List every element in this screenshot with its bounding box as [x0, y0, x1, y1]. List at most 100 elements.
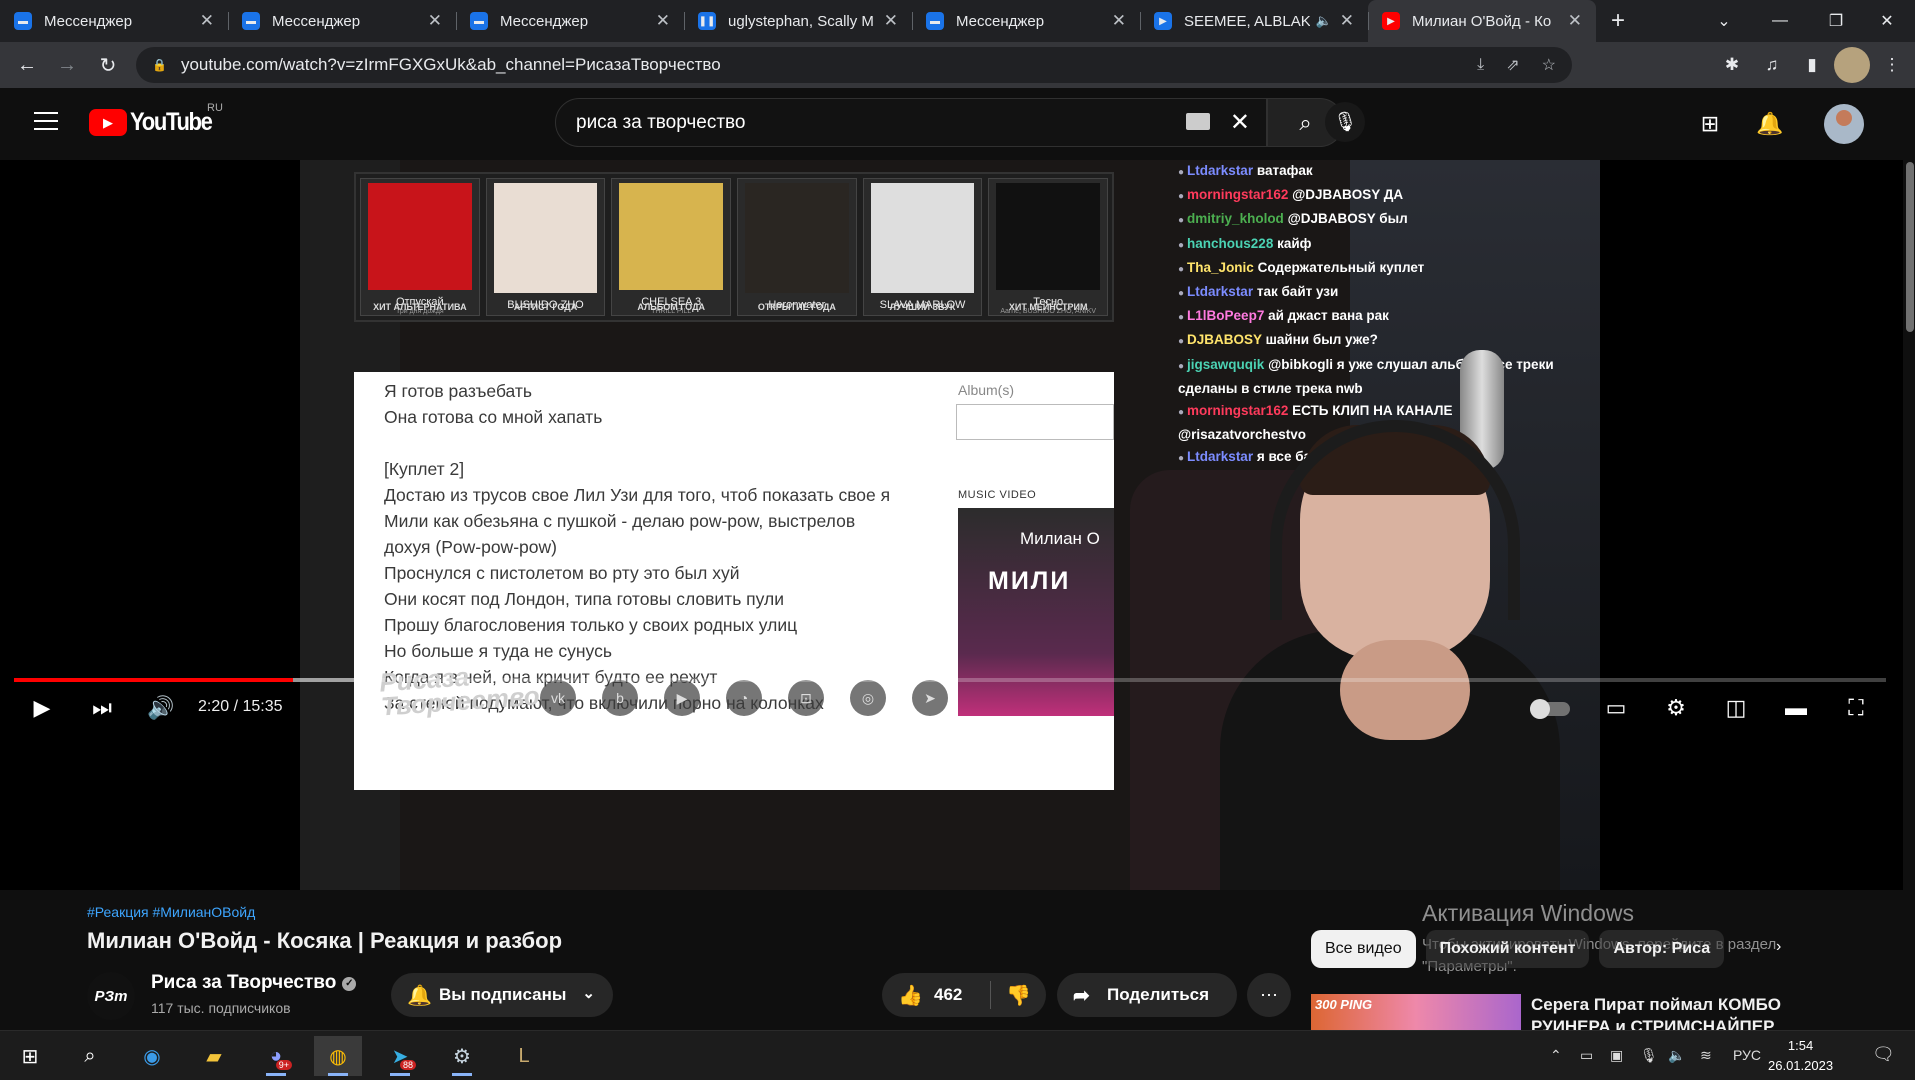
subtitles-icon[interactable]: ▭ — [1598, 690, 1634, 726]
awards-panel: Отпускай Три дня дождя ХИТ АЛЬТЕРНАТИВА BUS… — [354, 172, 1114, 322]
install-icon[interactable]: ⤓ — [1477, 56, 1484, 74]
pause-icon: ❚❚ — [698, 12, 716, 30]
audio-playing-icon[interactable]: 🔈 — [1316, 13, 1332, 29]
browser-tab[interactable]: ▬ Мессенджер ✕ — [228, 0, 456, 42]
chat-username: Ltdarkstar — [1187, 284, 1254, 300]
keyboard-icon[interactable] — [1186, 113, 1210, 130]
youtube-logo[interactable]: ▶ YouTube RU — [89, 102, 223, 137]
speaker-icon[interactable]: 🔈 — [1668, 1047, 1685, 1064]
back-button[interactable]: ← — [7, 47, 47, 83]
chat-text: так байт узи — [1256, 284, 1339, 300]
close-tab-icon[interactable]: ✕ — [428, 11, 442, 31]
menu-icon[interactable] — [34, 112, 58, 130]
share-button[interactable]: ➦ Поделиться — [1057, 973, 1237, 1017]
chrome-icon[interactable]: ◍ — [314, 1036, 362, 1076]
clock[interactable]: 1:54 26.01.2023 — [1768, 1036, 1833, 1076]
minimize-button[interactable]: — — [1752, 0, 1808, 42]
award-photo — [493, 183, 598, 293]
new-tab-button[interactable]: + — [1596, 0, 1640, 42]
language-indicator[interactable]: РУС — [1733, 1047, 1761, 1063]
recommended-thumbnail[interactable]: 300 PING — [1311, 994, 1521, 1030]
league-icon[interactable]: L — [500, 1036, 548, 1076]
hashtags-link[interactable]: #Реакция #МилианОВойд — [87, 904, 255, 920]
battery-icon[interactable]: ▭ — [1580, 1047, 1593, 1064]
recommended-title[interactable]: Серега Пират поймал КОМБО РУИНЕРА и СТРИ… — [1531, 994, 1791, 1030]
browser-tab[interactable]: ❚❚ uglystephan, Scally M ✕ — [684, 0, 912, 42]
forward-button[interactable]: → — [47, 47, 87, 83]
voice-search-button[interactable]: 🎙 — [1325, 102, 1365, 142]
edge-icon[interactable]: ◉ — [128, 1036, 176, 1076]
like-count[interactable]: 462 — [934, 985, 962, 1005]
channel-avatar[interactable]: PЗm — [87, 972, 135, 1020]
filter-chip[interactable]: Все видео — [1311, 930, 1416, 968]
video-player[interactable]: Отпускай Три дня дождя ХИТ АЛЬТЕРНАТИВА BUS… — [0, 160, 1915, 890]
share-page-icon[interactable]: ⇗ — [1506, 55, 1519, 75]
chat-message: ● Ltdarkstar так байт узи — [1178, 281, 1600, 305]
theater-mode-icon[interactable]: ▬ — [1778, 690, 1814, 726]
fullscreen-icon[interactable]: ⛶ — [1838, 690, 1874, 726]
dislike-icon[interactable]: 👎 — [1006, 983, 1031, 1008]
steam-icon[interactable]: ⚙ — [438, 1036, 486, 1076]
profile-avatar[interactable] — [1834, 47, 1870, 83]
clear-search-icon[interactable]: ✕ — [1230, 108, 1250, 137]
media-control-icon[interactable]: ♫ — [1754, 47, 1790, 83]
award-category: АЛЬБОМ ГОДА — [637, 302, 705, 312]
close-tab-icon[interactable]: ✕ — [200, 11, 214, 31]
subscribed-button[interactable]: 🔔 Вы подписаны ⌄ — [391, 973, 613, 1017]
notifications-bell-icon[interactable]: 🔔 — [1752, 106, 1788, 142]
autoplay-toggle[interactable] — [1530, 699, 1570, 719]
wifi-icon[interactable]: ≋ — [1700, 1047, 1712, 1064]
address-bar[interactable]: 🔒 youtube.com/watch?v=zIrmFGXGxUk&ab_cha… — [136, 47, 1572, 83]
chat-message: ● L1lBoPeep7 ай джаст вана рак — [1178, 305, 1600, 329]
tray-chevron-icon[interactable]: ⌃ — [1550, 1047, 1562, 1064]
search-taskbar-icon[interactable]: ⌕ — [66, 1036, 114, 1076]
browser-tab[interactable]: ▶ Милиан О'Войд - Ко ✕ — [1368, 0, 1596, 42]
chat-text: @DJBABOSY был — [1287, 211, 1408, 227]
filter-chip[interactable]: Автор: Риса — [1599, 930, 1725, 968]
settings-gear-icon[interactable]: ⚙ — [1658, 690, 1694, 726]
chevron-right-icon[interactable]: › — [1776, 938, 1781, 956]
browser-menu-icon[interactable]: ⋮ — [1874, 47, 1910, 83]
mic-tray-icon[interactable]: 🎙 — [1640, 1047, 1658, 1064]
channel-name[interactable]: Риса за Творчество ✓ — [151, 972, 357, 994]
bookmark-star-icon[interactable]: ☆ — [1542, 55, 1556, 75]
filter-chip[interactable]: Похожий контент — [1425, 930, 1590, 968]
close-tab-icon[interactable]: ✕ — [656, 11, 670, 31]
chat-message: ● Ltdarkstar ватафак — [1178, 160, 1600, 184]
windows-taskbar: ⊞ ⌕ ◉ ▰ ◕ 9+ ◍ ➤ 88 ⚙ L ⌃ ▭ ▣ 🎙 🔈 ≋ РУС 1:… — [0, 1030, 1915, 1080]
play-icon[interactable]: ▶ — [24, 690, 60, 726]
scrollbar-thumb[interactable] — [1906, 162, 1914, 332]
meet-icon[interactable]: ▣ — [1610, 1047, 1623, 1064]
close-tab-icon[interactable]: ✕ — [1568, 11, 1582, 31]
search-input[interactable]: риса за творчество ✕ — [555, 98, 1267, 147]
browser-tab[interactable]: ▶ SEEMEE, ALBLAK 🔈 ✕ — [1140, 0, 1368, 42]
account-avatar[interactable] — [1824, 104, 1864, 144]
miniplayer-icon[interactable]: ◫ — [1718, 690, 1754, 726]
restore-button[interactable]: ❐ — [1808, 0, 1864, 42]
more-actions-button[interactable]: ⋯ — [1247, 973, 1291, 1017]
next-video-icon[interactable]: ⏭ — [84, 690, 120, 726]
close-tab-icon[interactable]: ✕ — [1112, 11, 1126, 31]
tab-title: Мессенджер — [500, 12, 589, 30]
browser-tab[interactable]: ▬ Мессенджер ✕ — [456, 0, 684, 42]
browser-tab[interactable]: ▬ Мессенджер ✕ — [0, 0, 228, 42]
like-icon[interactable]: 👍 — [898, 983, 923, 1008]
close-tab-icon[interactable]: ✕ — [1340, 11, 1354, 31]
close-tab-icon[interactable]: ✕ — [884, 11, 898, 31]
browser-tab[interactable]: ▬ Мессенджер ✕ — [912, 0, 1140, 42]
close-window-button[interactable]: ✕ — [1859, 0, 1915, 42]
create-video-icon[interactable]: ⊞ — [1692, 106, 1728, 142]
start-icon[interactable]: ⊞ — [6, 1036, 54, 1076]
page-scrollbar[interactable] — [1903, 160, 1915, 1030]
extensions-icon[interactable]: ✱ — [1714, 47, 1750, 83]
file-explorer-icon[interactable]: ▰ — [190, 1036, 238, 1076]
telegram-taskbar-icon[interactable]: ➤ 88 — [376, 1036, 424, 1076]
side-panel-icon[interactable]: ▮ — [1794, 47, 1830, 83]
headphones — [1270, 420, 1520, 620]
reload-button[interactable]: ↻ — [88, 47, 128, 83]
volume-icon[interactable]: 🔊 — [143, 690, 179, 726]
like-dislike-group: 👍 462 👎 — [882, 973, 1046, 1017]
discord-icon[interactable]: ◕ 9+ — [252, 1036, 300, 1076]
notifications-icon[interactable]: 🗨 — [1872, 1044, 1895, 1065]
tab-search-icon[interactable]: ⌄ — [1696, 0, 1752, 42]
